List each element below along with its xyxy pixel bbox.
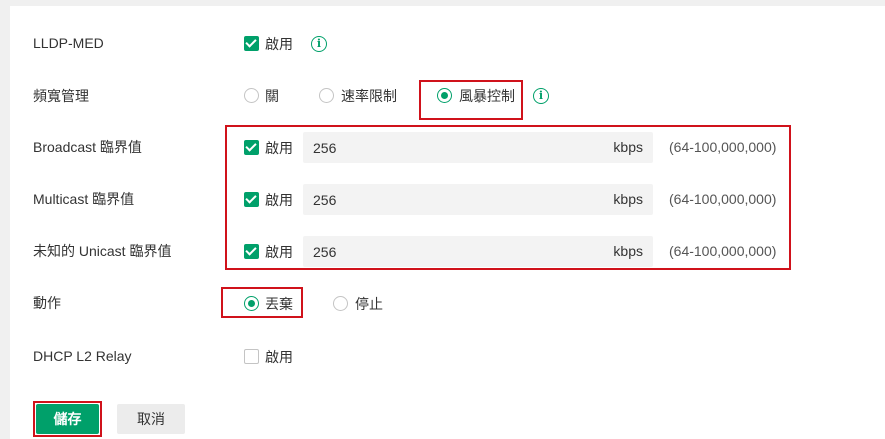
info-icon[interactable]: i [533, 88, 549, 104]
broadcast-threshold-label: Broadcast 臨界值 [33, 139, 142, 155]
left-panel-edge [0, 0, 10, 439]
info-icon[interactable]: i [311, 36, 327, 52]
lldp-med-enable-text: 啟用 [265, 36, 293, 52]
dhcp-l2-relay-checkbox[interactable] [244, 349, 259, 364]
multicast-unit: kbps [613, 191, 643, 207]
action-option-discard-text: 丟棄 [265, 296, 293, 312]
unknown-unicast-range-hint: (64-100,000,000) [669, 243, 777, 259]
action-radio-stop[interactable] [333, 296, 348, 311]
bandwidth-option-storm-control-text: 風暴控制 [459, 88, 515, 104]
action-radio-discard[interactable] [244, 296, 259, 311]
multicast-enable-checkbox[interactable] [244, 192, 259, 207]
unknown-unicast-threshold-field[interactable]: kbps [303, 236, 653, 267]
unknown-unicast-threshold-input[interactable] [313, 236, 573, 267]
bandwidth-option-rate-limit-text: 速率限制 [341, 88, 397, 104]
broadcast-unit: kbps [613, 139, 643, 155]
unknown-unicast-enable-text: 啟用 [265, 244, 293, 260]
bandwidth-option-off-text: 關 [265, 88, 279, 104]
top-panel-edge [10, 0, 885, 6]
dhcp-l2-relay-enable-text: 啟用 [265, 349, 293, 365]
multicast-range-hint: (64-100,000,000) [669, 191, 777, 207]
lldp-med-checkbox[interactable] [244, 36, 259, 51]
unknown-unicast-enable-checkbox[interactable] [244, 244, 259, 259]
bandwidth-radio-storm-control[interactable] [437, 88, 452, 103]
unknown-unicast-unit: kbps [613, 243, 643, 259]
multicast-threshold-label: Multicast 臨界值 [33, 191, 135, 207]
unknown-unicast-threshold-label: 未知的 Unicast 臨界值 [33, 243, 172, 259]
broadcast-range-hint: (64-100,000,000) [669, 139, 777, 155]
save-button[interactable]: 儲存 [36, 404, 99, 434]
broadcast-threshold-input[interactable] [313, 132, 573, 163]
broadcast-enable-text: 啟用 [265, 140, 293, 156]
bandwidth-radio-rate-limit[interactable] [319, 88, 334, 103]
bandwidth-radio-off[interactable] [244, 88, 259, 103]
broadcast-enable-checkbox[interactable] [244, 140, 259, 155]
broadcast-threshold-field[interactable]: kbps [303, 132, 653, 163]
multicast-enable-text: 啟用 [265, 192, 293, 208]
bandwidth-label: 頻寬管理 [33, 88, 89, 104]
lldp-med-label: LLDP-MED [33, 35, 104, 51]
dhcp-l2-relay-label: DHCP L2 Relay [33, 348, 132, 364]
action-option-stop-text: 停止 [355, 296, 383, 312]
cancel-button[interactable]: 取消 [117, 404, 185, 434]
multicast-threshold-input[interactable] [313, 184, 573, 215]
action-label: 動作 [33, 295, 61, 311]
multicast-threshold-field[interactable]: kbps [303, 184, 653, 215]
